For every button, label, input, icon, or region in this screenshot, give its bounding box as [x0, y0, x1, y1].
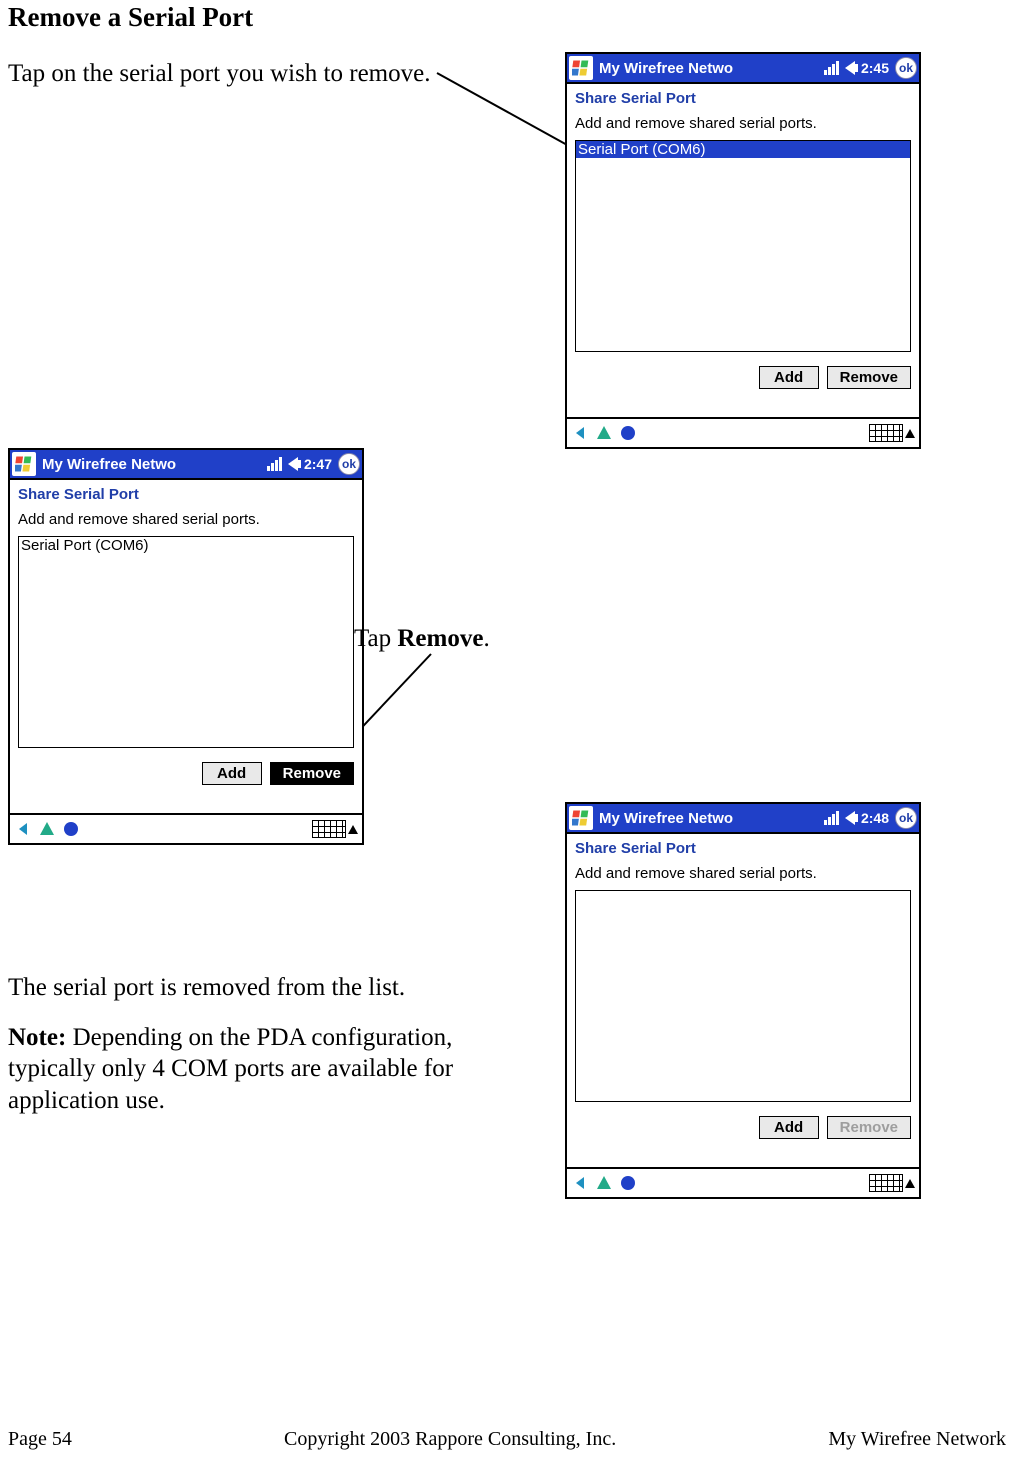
- window-title: My Wirefree Netwo: [599, 60, 824, 77]
- globe-icon[interactable]: [619, 1174, 637, 1192]
- ok-button[interactable]: ok: [895, 57, 917, 79]
- speaker-icon: [845, 61, 855, 75]
- note-text: Depending on the PDA configuration, typi…: [8, 1024, 453, 1114]
- callout-remove-word: Remove: [397, 625, 483, 652]
- pda-screenshot-1: My Wirefree Netwo 2:45 ok Share Serial P…: [565, 52, 921, 449]
- remove-button[interactable]: Remove: [827, 366, 911, 389]
- windows-logo-icon: [569, 806, 593, 830]
- keyboard-toggle[interactable]: [869, 424, 915, 442]
- panel-subtitle: Share Serial Port: [575, 90, 911, 107]
- globe-icon[interactable]: [62, 820, 80, 838]
- footer-copyright: Copyright 2003 Rappore Consulting, Inc.: [72, 1428, 828, 1451]
- taskbar: [10, 813, 362, 843]
- footer-page: Page 54: [8, 1428, 72, 1451]
- panel-subtitle: Share Serial Port: [18, 486, 354, 503]
- signal-icon: [824, 61, 839, 75]
- serial-port-list[interactable]: [575, 890, 911, 1102]
- pda-screenshot-3: My Wirefree Netwo 2:48 ok Share Serial P…: [565, 802, 921, 1199]
- callout-tap-prefix: Tap: [354, 625, 397, 652]
- keyboard-toggle[interactable]: [869, 1174, 915, 1192]
- speaker-icon: [845, 811, 855, 825]
- add-button[interactable]: Add: [759, 366, 819, 389]
- note-paragraph: Note: Depending on the PDA configuration…: [8, 1022, 498, 1116]
- add-button[interactable]: Add: [759, 1116, 819, 1139]
- back-arrow-icon[interactable]: [571, 424, 589, 442]
- serial-port-list[interactable]: Serial Port (COM6): [575, 140, 911, 352]
- keyboard-toggle[interactable]: [312, 820, 358, 838]
- serial-port-list[interactable]: Serial Port (COM6): [18, 536, 354, 748]
- windows-logo-icon: [12, 452, 36, 476]
- window-titlebar: My Wirefree Netwo 2:47 ok: [10, 450, 362, 480]
- panel-description: Add and remove shared serial ports.: [18, 511, 354, 528]
- intro-text: Tap on the serial port you wish to remov…: [8, 60, 430, 88]
- callout-period: .: [483, 625, 489, 652]
- panel-description: Add and remove shared serial ports.: [575, 865, 911, 882]
- panel-description: Add and remove shared serial ports.: [575, 115, 911, 132]
- note-label: Note:: [8, 1024, 66, 1051]
- clock-time: 2:48: [861, 810, 889, 826]
- signal-icon: [824, 811, 839, 825]
- page-heading: Remove a Serial Port: [8, 2, 253, 33]
- remove-button[interactable]: Remove: [270, 762, 354, 785]
- recycle-icon[interactable]: [595, 1174, 613, 1192]
- footer-title: My Wirefree Network: [828, 1428, 1006, 1451]
- taskbar: [567, 1167, 919, 1197]
- window-titlebar: My Wirefree Netwo 2:48 ok: [567, 804, 919, 834]
- windows-logo-icon: [569, 56, 593, 80]
- ok-button[interactable]: ok: [895, 807, 917, 829]
- clock-time: 2:47: [304, 456, 332, 472]
- add-button[interactable]: Add: [202, 762, 262, 785]
- ok-button[interactable]: ok: [338, 453, 360, 475]
- result-text: The serial port is removed from the list…: [8, 974, 468, 1002]
- window-title: My Wirefree Netwo: [42, 456, 267, 473]
- taskbar: [567, 417, 919, 447]
- list-item[interactable]: Serial Port (COM6): [19, 537, 353, 554]
- list-item[interactable]: Serial Port (COM6): [576, 141, 910, 158]
- window-title: My Wirefree Netwo: [599, 810, 824, 827]
- window-titlebar: My Wirefree Netwo 2:45 ok: [567, 54, 919, 84]
- panel-subtitle: Share Serial Port: [575, 840, 911, 857]
- speaker-icon: [288, 457, 298, 471]
- globe-icon[interactable]: [619, 424, 637, 442]
- recycle-icon[interactable]: [595, 424, 613, 442]
- back-arrow-icon[interactable]: [14, 820, 32, 838]
- back-arrow-icon[interactable]: [571, 1174, 589, 1192]
- pda-screenshot-2: My Wirefree Netwo 2:47 ok Share Serial P…: [8, 448, 364, 845]
- remove-button: Remove: [827, 1116, 911, 1139]
- recycle-icon[interactable]: [38, 820, 56, 838]
- clock-time: 2:45: [861, 60, 889, 76]
- page-footer: Page 54 Copyright 2003 Rappore Consultin…: [8, 1428, 1006, 1451]
- signal-icon: [267, 457, 282, 471]
- callout-tap-remove: Tap Remove.: [354, 625, 490, 653]
